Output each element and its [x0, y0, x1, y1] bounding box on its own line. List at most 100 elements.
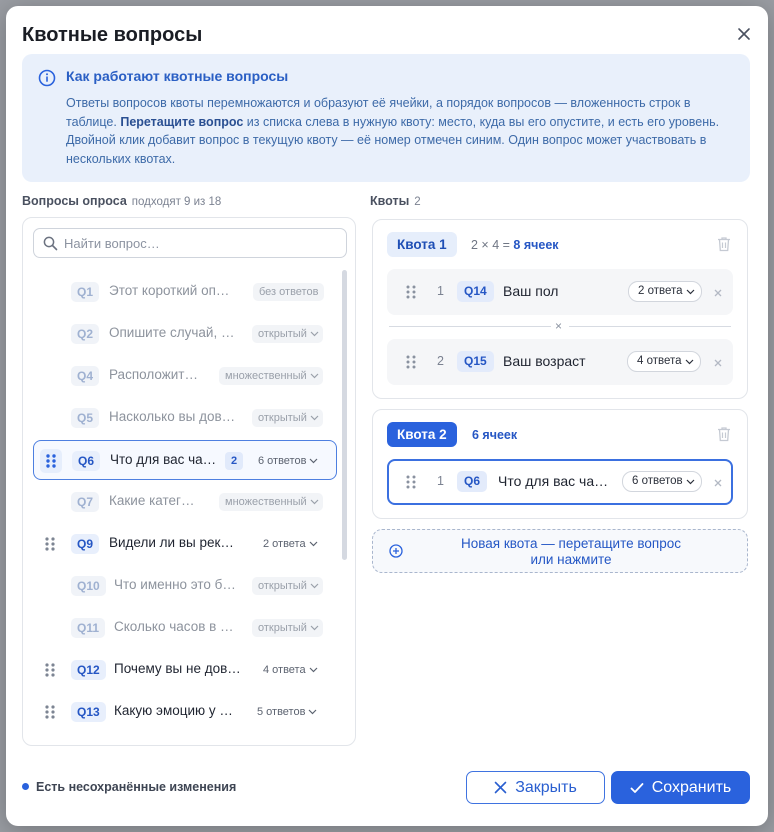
question-code: Q11 [71, 618, 106, 638]
question-text: Какую эмоцию у … [114, 703, 233, 718]
save-button[interactable]: Сохранить [611, 771, 750, 804]
close-button[interactable]: Закрыть [466, 771, 605, 804]
unsaved-changes-indicator: Есть несохранённые изменения [22, 780, 236, 794]
question-code: Q12 [71, 660, 106, 680]
question-code: Q4 [71, 366, 100, 386]
chevron-down-icon [310, 373, 319, 379]
question-text: Видели ли вы рек… [109, 535, 234, 550]
chevron-down-icon [686, 289, 694, 295]
close-icon [494, 781, 507, 794]
question-type-badge: открытый [252, 577, 323, 595]
question-type-badge: множественный [219, 493, 323, 511]
drag-handle-icon[interactable] [405, 354, 417, 370]
row-number: 1 [437, 474, 444, 488]
list-scrollbar[interactable] [342, 270, 347, 560]
question-code: Q5 [71, 408, 100, 428]
trash-icon[interactable] [717, 236, 731, 252]
question-row-q1: Q1 Этот короткий оп… без ответов [33, 272, 337, 312]
quota-cells-count: 6 ячеек [472, 428, 518, 442]
question-code: Q10 [71, 576, 106, 596]
question-row-q13[interactable]: Q13 Какую эмоцию у … 5 ответов [33, 692, 337, 732]
quota-cells-formula: 2 × 4 = 8 ячеек [471, 238, 559, 252]
question-text: Сколько часов в … [114, 619, 234, 634]
questions-panel: Q1 Этот короткий оп… без ответов Q2 Опиш… [22, 217, 356, 746]
question-text: Этот короткий оп… [109, 283, 230, 298]
answers-select[interactable]: 4 ответа [627, 351, 701, 372]
dialog-title: Квотные вопросы [22, 24, 203, 46]
chevron-down-icon [686, 479, 695, 485]
quota-tag[interactable]: Квота 1 [387, 232, 457, 257]
question-text: Ваш возраст [503, 353, 586, 369]
question-row-q7: Q7 Какие катег… множественный [33, 482, 337, 522]
chevron-down-icon [309, 667, 318, 673]
drag-handle-icon[interactable] [405, 284, 417, 300]
question-text: Расположит… [109, 367, 198, 382]
question-type-badge: открытый [252, 409, 323, 427]
chevron-down-icon [310, 458, 318, 464]
remove-icon[interactable] [713, 475, 723, 487]
question-text: Почему вы не дов… [114, 661, 241, 676]
question-type-badge: без ответов [253, 283, 325, 301]
drag-handle-icon[interactable] [43, 662, 57, 678]
quota-questions-dialog: Квотные вопросы Как работают квотные воп… [6, 6, 768, 826]
info-icon [38, 69, 56, 87]
answers-select[interactable]: 2 ответа [628, 281, 702, 302]
drag-handle-icon[interactable] [43, 536, 57, 552]
chevron-down-icon [309, 541, 318, 547]
answers-dropdown[interactable]: 5 ответов [251, 703, 321, 721]
question-row-q6[interactable]: Q6 Что для вас ча… 2 6 ответов [33, 440, 337, 480]
chevron-down-icon [309, 709, 317, 715]
trash-icon[interactable] [717, 426, 731, 442]
survey-questions-heading: Вопросы опроса подходят 9 из 18 [22, 194, 222, 208]
question-type-badge: открытый [252, 619, 323, 637]
search-field[interactable] [33, 228, 347, 258]
answers-dropdown[interactable]: 2 ответа [257, 535, 322, 553]
quota-card-1: Квота 1 2 × 4 = 8 ячеек 1 Q14 Ваш пол 2 … [372, 219, 748, 399]
question-code: Q15 [457, 351, 494, 372]
question-code: Q6 [457, 471, 488, 492]
drag-handle-icon[interactable] [43, 704, 57, 720]
chevron-down-icon [310, 415, 319, 421]
answers-dropdown[interactable]: 6 ответов [252, 452, 322, 470]
question-row-q12[interactable]: Q12 Почему вы не дов… 4 ответа [33, 650, 337, 690]
status-dot [22, 783, 29, 790]
new-quota-label: Новая квота — перетащите вопрос или нажми… [461, 536, 681, 567]
question-code: Q7 [71, 492, 100, 512]
check-icon [630, 782, 644, 793]
drag-handle-icon[interactable] [405, 474, 417, 490]
search-input[interactable] [64, 229, 342, 257]
remove-icon[interactable] [713, 285, 723, 297]
question-text: Что для вас ча… [110, 452, 217, 467]
close-icon[interactable] [736, 26, 752, 42]
info-title: Как работают квотные вопросы [66, 68, 289, 84]
question-row-q11: Q11 Сколько часов в … открытый [33, 608, 337, 648]
row-divider [569, 326, 731, 327]
quota-tag-active[interactable]: Квота 2 [387, 422, 457, 447]
chevron-down-icon [685, 359, 693, 365]
new-quota-dropzone[interactable]: Новая квота — перетащите вопрос или нажми… [372, 529, 748, 573]
question-code: Q6 [72, 451, 101, 471]
quota-question-row[interactable]: 2 Q15 Ваш возраст 4 ответа [387, 339, 733, 385]
question-row-q9[interactable]: Q9 Видели ли вы рек… 2 ответа [33, 524, 337, 564]
row-number: 2 [437, 354, 444, 368]
question-text: Опишите случай, … [109, 325, 235, 340]
answers-select[interactable]: 6 ответов [622, 471, 702, 492]
row-divider [389, 326, 551, 327]
quota-card-2: Квота 2 6 ячеек 1 Q6 Что для вас ча… 6 о… [372, 409, 748, 519]
quota-usage-count: 2 [225, 452, 243, 470]
chevron-down-icon [310, 625, 319, 631]
chevron-down-icon [310, 583, 319, 589]
remove-icon[interactable] [713, 355, 723, 367]
question-type-badge: множественный [219, 367, 323, 385]
quota-question-row[interactable]: 1 Q6 Что для вас ча… 6 ответов [387, 459, 733, 505]
quota-question-row[interactable]: 1 Q14 Ваш пол 2 ответа [387, 269, 733, 315]
plus-circle-icon [389, 544, 403, 558]
row-number: 1 [437, 284, 444, 298]
question-code: Q14 [457, 281, 494, 302]
question-row-q10: Q10 Что именно это б… открытый [33, 566, 337, 606]
quotas-heading: Квоты 2 [370, 194, 421, 208]
question-text: Что для вас ча… [498, 473, 609, 489]
drag-handle-icon[interactable] [40, 449, 62, 473]
answers-dropdown[interactable]: 4 ответа [257, 661, 322, 679]
question-code: Q2 [71, 324, 100, 344]
